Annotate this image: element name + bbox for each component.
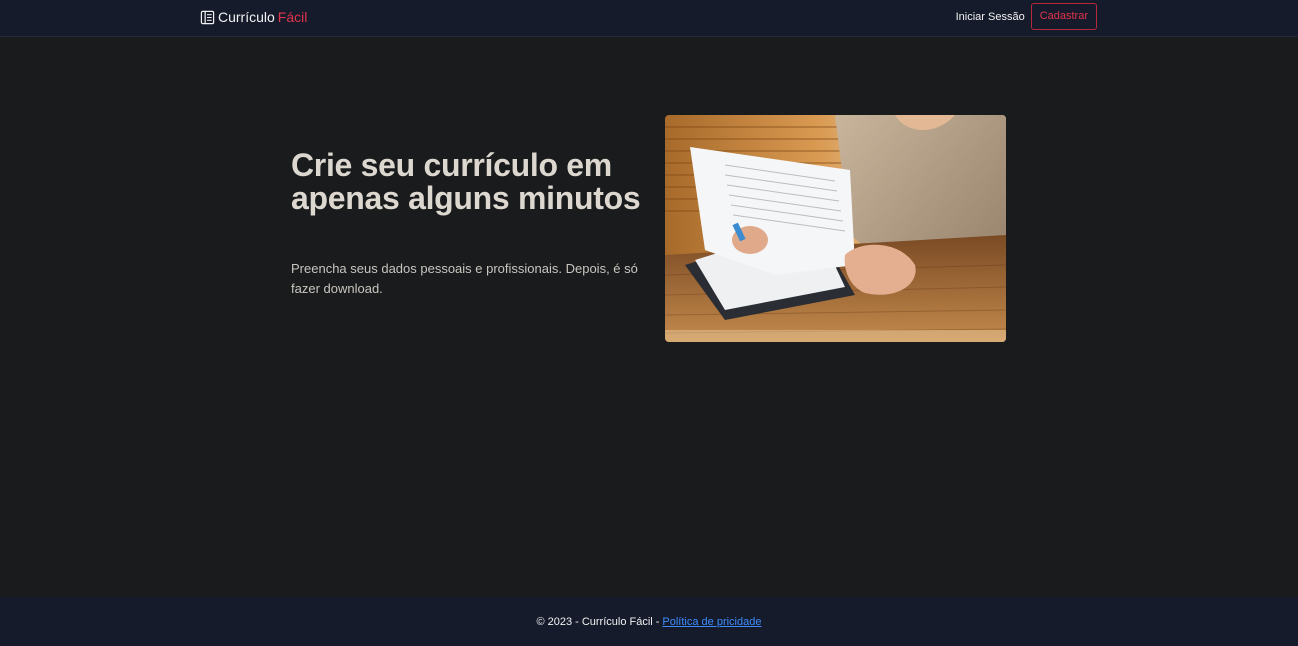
page-footer: © 2023 - Currículo Fácil - Política de p… <box>0 597 1298 646</box>
brand-name: Currículo <box>218 9 275 25</box>
top-navbar: Currículo Fácil Iniciar Sessão Cadastrar <box>0 0 1298 37</box>
footer-separator: - <box>575 615 579 628</box>
footer-separator: - <box>655 615 660 628</box>
hero-image <box>665 115 1006 342</box>
footer-site-name: Currículo Fácil <box>581 615 653 628</box>
privacy-policy-link[interactable]: Política de pricidade <box>662 616 761 628</box>
hero-description: Preencha seus dados pessoais e profissio… <box>291 261 638 296</box>
hero-title: Crie seu currículo em apenas alguns minu… <box>291 147 641 216</box>
signup-button[interactable]: Cadastrar <box>1030 3 1097 30</box>
nav-actions: Iniciar Sessão Cadastrar <box>956 3 1097 30</box>
person-reading-resume-photo <box>665 115 1006 342</box>
brand-logo-link[interactable]: Currículo Fácil <box>200 9 307 25</box>
document-icon <box>200 10 215 25</box>
footer-copyright: © 2023 <box>536 615 573 628</box>
login-link[interactable]: Iniciar Sessão <box>956 11 1025 23</box>
brand-name-accent: Fácil <box>277 9 308 25</box>
